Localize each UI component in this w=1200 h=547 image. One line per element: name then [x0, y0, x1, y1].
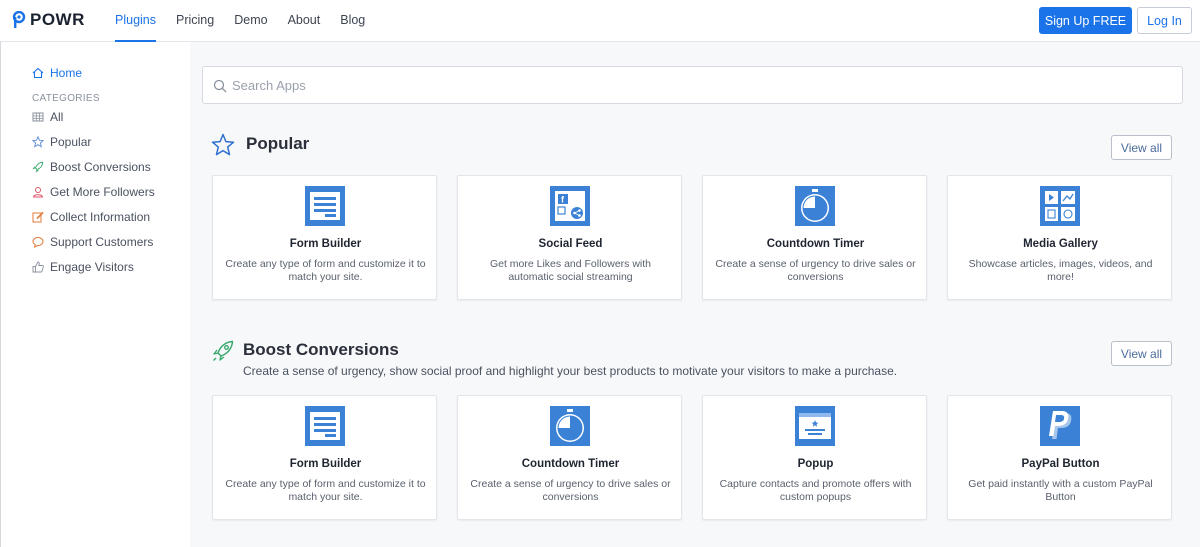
popup-icon: [795, 406, 835, 446]
app-card-popup[interactable]: Popup Capture contacts and promote offer…: [702, 395, 927, 520]
thumbs-up-icon: [32, 261, 44, 273]
main-content: Search Apps Popular View all Form Builde…: [190, 42, 1200, 547]
app-card-countdown-timer[interactable]: Countdown Timer Create a sense of urgenc…: [702, 175, 927, 300]
login-button[interactable]: Log In: [1137, 7, 1192, 34]
signup-button[interactable]: Sign Up FREE: [1039, 7, 1132, 34]
sidebar-item-boost-conversions[interactable]: Boost Conversions: [32, 160, 151, 174]
app-card-media-gallery[interactable]: Media Gallery Showcase articles, images,…: [947, 175, 1172, 300]
nav-demo[interactable]: Demo: [234, 0, 267, 42]
app-card-title: Countdown Timer: [766, 238, 865, 250]
app-card-description: Create a sense of urgency to drive sales…: [715, 258, 916, 283]
search-input[interactable]: Search Apps: [202, 66, 1183, 104]
sidebar: Home CATEGORIES All Popular Boost Conver…: [0, 42, 190, 547]
media-gallery-icon: [1040, 186, 1080, 226]
nav-about[interactable]: About: [288, 0, 321, 42]
main-nav: Plugins Pricing Demo About Blog: [115, 0, 385, 42]
sidebar-item-label: Home: [50, 66, 83, 80]
sidebar-item-label: Support Customers: [50, 235, 154, 249]
rocket-icon: [213, 340, 234, 361]
app-card-title: Popup: [797, 458, 834, 470]
app-card-description: Create a sense of urgency to drive sales…: [470, 478, 671, 503]
paypal-icon: [1040, 406, 1080, 446]
app-card-title: Social Feed: [538, 238, 603, 250]
social-feed-icon: f: [550, 186, 590, 226]
app-card-description: Get more Likes and Followers with automa…: [489, 258, 652, 283]
search-placeholder: Search Apps: [232, 78, 306, 93]
app-card-title: Form Builder: [289, 458, 362, 470]
sidebar-item-engage-visitors[interactable]: Engage Visitors: [32, 260, 134, 274]
brand-name: POWR: [30, 10, 85, 29]
powr-logo-icon: [12, 11, 26, 28]
app-card-description: Get paid instantly with a custom PayPal …: [968, 478, 1153, 503]
powr-logo[interactable]: POWR: [12, 10, 85, 30]
sidebar-item-popular[interactable]: Popular: [32, 135, 91, 149]
countdown-timer-icon: [795, 186, 835, 226]
sidebar-item-label: Engage Visitors: [50, 260, 134, 274]
sidebar-item-home[interactable]: Home: [32, 66, 82, 80]
sidebar-item-label: Collect Information: [50, 210, 151, 224]
form-builder-icon: [305, 186, 345, 226]
section-description: Create a sense of urgency, show social p…: [243, 364, 898, 378]
nav-blog[interactable]: Blog: [340, 0, 365, 42]
categories-heading: CATEGORIES: [32, 93, 100, 104]
star-icon: [211, 133, 235, 156]
nav-plugins[interactable]: Plugins: [115, 0, 156, 42]
section-title-boost-conversions: Boost Conversions: [243, 340, 399, 359]
sidebar-item-label: Popular: [50, 135, 92, 149]
sidebar-item-label: Boost Conversions: [50, 160, 151, 174]
edit-icon: [32, 211, 44, 223]
app-card-paypal-button[interactable]: PayPal Button Get paid instantly with a …: [947, 395, 1172, 520]
form-builder-icon: [305, 406, 345, 446]
sidebar-item-label: All: [50, 110, 64, 124]
sidebar-item-label: Get More Followers: [50, 185, 155, 199]
user-icon: [32, 187, 44, 198]
sidebar-item-support-customers[interactable]: Support Customers: [32, 235, 153, 249]
app-card-title: Form Builder: [289, 238, 362, 250]
app-card-title: Countdown Timer: [521, 458, 620, 470]
chat-icon: [32, 236, 44, 248]
app-card-description: Create any type of form and customize it…: [225, 258, 426, 283]
view-all-boost-conversions-button[interactable]: View all: [1111, 341, 1172, 366]
sidebar-item-get-more-followers[interactable]: Get More Followers: [32, 185, 155, 199]
app-card-social-feed[interactable]: f Social Feed Get more Likes and Followe…: [457, 175, 682, 300]
countdown-timer-icon: [550, 406, 590, 446]
sidebar-item-all[interactable]: All: [32, 110, 63, 124]
sidebar-item-collect-information[interactable]: Collect Information: [32, 210, 150, 224]
app-card-description: Capture contacts and promote offers with…: [719, 478, 912, 503]
grid-icon: [32, 112, 44, 122]
app-card-description: Create any type of form and customize it…: [225, 478, 426, 503]
home-icon: [32, 67, 44, 79]
view-all-popular-button[interactable]: View all: [1111, 135, 1172, 160]
app-card-form-builder[interactable]: Form Builder Create any type of form and…: [212, 175, 437, 300]
app-card-countdown-timer[interactable]: Countdown Timer Create a sense of urgenc…: [457, 395, 682, 520]
search-icon: [213, 79, 227, 93]
nav-pricing[interactable]: Pricing: [176, 0, 214, 42]
top-navbar: POWR Plugins Pricing Demo About Blog Sig…: [0, 0, 1200, 42]
rocket-icon: [32, 161, 44, 173]
app-card-form-builder[interactable]: Form Builder Create any type of form and…: [212, 395, 437, 520]
app-card-description: Showcase articles, images, videos, and m…: [968, 258, 1153, 283]
section-title-popular: Popular: [246, 134, 310, 153]
app-card-title: Media Gallery: [1023, 238, 1098, 250]
star-icon: [32, 136, 44, 148]
app-card-title: PayPal Button: [1021, 458, 1100, 470]
